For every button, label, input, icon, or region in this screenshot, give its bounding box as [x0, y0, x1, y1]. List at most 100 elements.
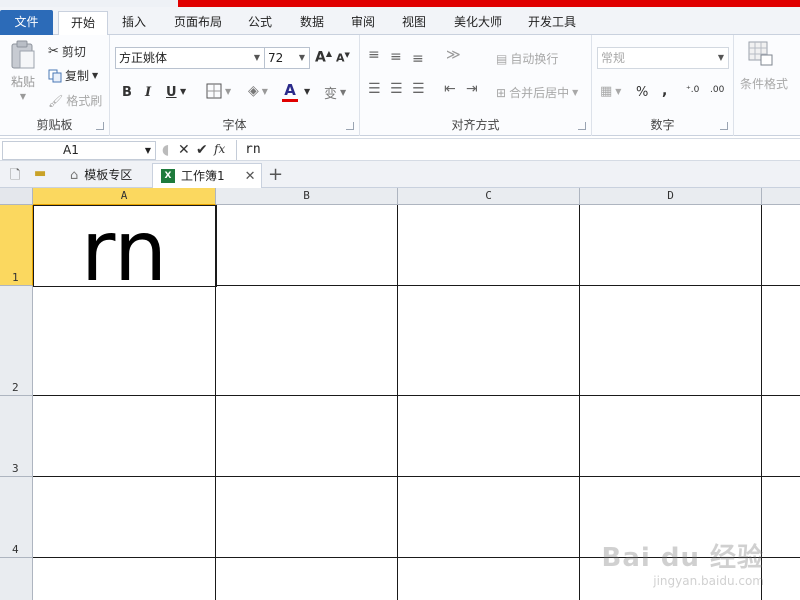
cell-a2[interactable]: [33, 286, 216, 396]
tab-file[interactable]: 文件: [0, 10, 53, 35]
cell-a5[interactable]: [33, 558, 216, 600]
chevron-down-icon[interactable]: ▼: [304, 87, 310, 96]
decrease-decimal-button[interactable]: .00: [710, 85, 724, 95]
cell-d3[interactable]: [580, 396, 762, 477]
column-header-b[interactable]: B: [216, 188, 398, 205]
cell-e3[interactable]: [762, 396, 800, 477]
fill-color-button[interactable]: ◈ ▼: [248, 83, 268, 99]
chevron-down-icon[interactable]: ▼: [180, 87, 186, 96]
cell-a1[interactable]: rn: [33, 205, 216, 293]
row-header-1[interactable]: 1: [0, 205, 33, 286]
dialog-launcher-icon[interactable]: [578, 122, 586, 130]
align-bottom-icon[interactable]: ≡: [412, 51, 424, 67]
align-left-icon[interactable]: ☰: [368, 81, 381, 97]
cancel-icon[interactable]: ✕: [178, 142, 190, 158]
cell-e1[interactable]: [762, 205, 800, 286]
align-right-icon[interactable]: ☰: [412, 81, 425, 97]
increase-font-button[interactable]: A▲: [315, 49, 332, 66]
cell-c2[interactable]: [398, 286, 580, 396]
increase-decimal-button[interactable]: ⁺.0: [686, 85, 699, 95]
decrease-indent-icon[interactable]: ⇤: [444, 81, 456, 97]
increase-indent-icon[interactable]: ⇥: [466, 81, 478, 97]
insert-function-icon[interactable]: fx: [214, 142, 225, 156]
tab-workbook1[interactable]: X 工作簿1 ✕: [152, 163, 262, 188]
select-all-corner[interactable]: [0, 188, 33, 205]
row-header-5[interactable]: [0, 558, 33, 600]
format-painter-button[interactable]: 🖌 格式刷: [48, 92, 102, 109]
cell-a4[interactable]: [33, 477, 216, 558]
cell-e5[interactable]: [762, 558, 800, 600]
align-top-icon[interactable]: ≡: [368, 47, 380, 63]
cell-e2[interactable]: [762, 286, 800, 396]
copy-button[interactable]: 复制 ▼: [48, 67, 98, 84]
paste-button[interactable]: 粘贴 ▼: [8, 39, 38, 101]
tab-data[interactable]: 数据: [290, 11, 334, 35]
borders-button[interactable]: ▼: [206, 83, 231, 99]
new-file-icon[interactable]: 🗋: [10, 166, 20, 188]
accounting-format-button[interactable]: ▦ ▼: [600, 84, 621, 99]
wrap-text-label: 自动换行: [510, 52, 559, 66]
tab-formulas[interactable]: 公式: [238, 11, 282, 35]
dialog-launcher-icon[interactable]: [720, 122, 728, 130]
tab-template-zone[interactable]: ⌂ 模板专区: [62, 163, 152, 188]
merge-center-button[interactable]: ⊞ 合并后居中 ▼: [496, 84, 578, 101]
conditional-formatting-button[interactable]: 条件格式: [740, 75, 788, 92]
cell-c4[interactable]: [398, 477, 580, 558]
cell-b3[interactable]: [216, 396, 398, 477]
column-header-e[interactable]: [762, 188, 800, 205]
formula-input[interactable]: rn: [236, 140, 800, 160]
row-header-4[interactable]: 4: [0, 477, 33, 558]
tab-developer[interactable]: 开发工具: [520, 11, 584, 35]
cell-b5[interactable]: [216, 558, 398, 600]
decrease-font-button[interactable]: A▼: [336, 51, 350, 65]
cell-e4[interactable]: [762, 477, 800, 558]
folder-icon[interactable]: ▬: [34, 166, 46, 181]
number-format-value: 常规: [601, 51, 626, 65]
cell-c3[interactable]: [398, 396, 580, 477]
number-format-select[interactable]: 常规 ▼: [597, 47, 729, 69]
tab-page-layout[interactable]: 页面布局: [164, 11, 232, 35]
tab-insert[interactable]: 插入: [112, 11, 156, 35]
row-number: 2: [12, 381, 19, 394]
underline-button[interactable]: U: [166, 85, 177, 100]
column-header-c[interactable]: C: [398, 188, 580, 205]
align-middle-icon[interactable]: ≡: [390, 49, 402, 65]
add-tab-icon[interactable]: +: [268, 164, 283, 185]
cell-b2[interactable]: [216, 286, 398, 396]
phonetic-button[interactable]: 变 ▼: [324, 83, 346, 102]
cell-b1[interactable]: [216, 205, 398, 286]
tab-home[interactable]: 开始: [58, 11, 108, 36]
check-icon[interactable]: ✔: [196, 142, 208, 158]
percent-button[interactable]: %: [636, 85, 648, 100]
align-center-icon[interactable]: ☰: [390, 81, 403, 97]
cell-d2[interactable]: [580, 286, 762, 396]
formula-bar-handle-icon[interactable]: ◖: [162, 142, 169, 158]
bold-button[interactable]: B: [122, 85, 132, 100]
cell-b4[interactable]: [216, 477, 398, 558]
wrap-text-button[interactable]: ▤ 自动换行: [496, 50, 558, 67]
cell-d1[interactable]: [580, 205, 762, 286]
tab-view[interactable]: 视图: [392, 11, 436, 35]
cell-c1[interactable]: [398, 205, 580, 286]
font-size-select[interactable]: 72 ▼: [264, 47, 310, 69]
close-icon[interactable]: ✕: [245, 165, 256, 188]
cell-a3[interactable]: [33, 396, 216, 477]
orientation-icon[interactable]: ≫: [446, 47, 461, 63]
merge-cells-icon: ⊞: [496, 85, 507, 100]
comma-button[interactable]: ,: [662, 83, 667, 99]
dialog-launcher-icon[interactable]: [346, 122, 354, 130]
tab-review[interactable]: 审阅: [341, 11, 385, 35]
italic-button[interactable]: I: [145, 85, 151, 100]
cell-c5[interactable]: [398, 558, 580, 600]
row-header-3[interactable]: 3: [0, 396, 33, 477]
font-color-button[interactable]: A: [282, 81, 298, 102]
font-name-select[interactable]: 方正姚体 ▼: [115, 47, 265, 69]
cut-button[interactable]: ✂ 剪切: [48, 43, 86, 60]
dialog-launcher-icon[interactable]: [96, 122, 104, 130]
tab-beautify-master[interactable]: 美化大师: [444, 11, 512, 35]
column-header-d[interactable]: D: [580, 188, 762, 205]
paint-bucket-icon: ◈: [248, 83, 259, 99]
row-header-2[interactable]: 2: [0, 286, 33, 396]
name-box[interactable]: A1 ▼: [2, 141, 156, 160]
ribbon: 粘贴 ▼ ✂ 剪切 复制 ▼ 🖌 格式刷 剪贴板 方正姚体 ▼ 72 ▼ A▲ …: [0, 35, 800, 136]
